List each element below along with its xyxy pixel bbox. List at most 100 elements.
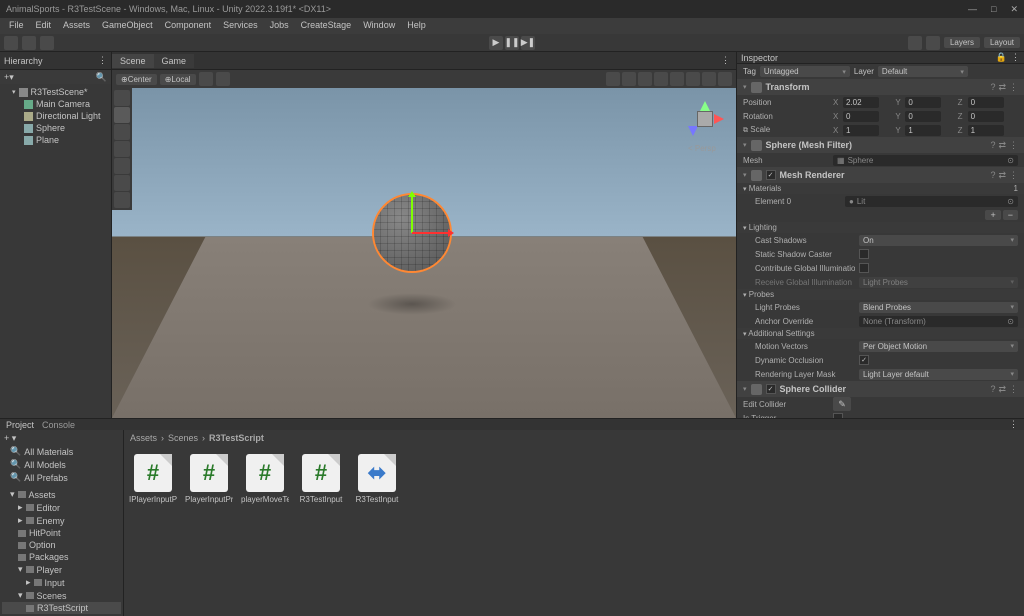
game-tab[interactable]: Game — [154, 54, 195, 68]
contribute-gi-toggle[interactable] — [859, 263, 869, 273]
menu-component[interactable]: Component — [160, 19, 217, 33]
step-button[interactable]: ▶❚ — [521, 36, 535, 50]
grid-icon[interactable] — [199, 72, 213, 86]
gizmos-dropdown[interactable] — [718, 72, 732, 86]
anchor-field[interactable]: None (Transform) — [859, 316, 1018, 327]
folder-item[interactable]: ▸Input — [2, 576, 121, 589]
add-material-button[interactable]: + — [985, 210, 1000, 220]
asset-item[interactable]: #R3TestInput — [300, 454, 342, 608]
static-shadow-toggle[interactable] — [859, 249, 869, 259]
mesh-field[interactable]: ▦ Sphere — [833, 155, 1018, 166]
assets-folder[interactable]: ▾ Assets — [2, 488, 121, 501]
material-field[interactable]: ● Lit — [845, 196, 1018, 207]
scene-root[interactable]: ▾R3TestScene* — [0, 86, 111, 98]
cast-shadows-dropdown[interactable]: On — [859, 235, 1018, 246]
occlusion-toggle[interactable]: ✓ — [859, 355, 869, 365]
tag-dropdown[interactable]: Untagged — [760, 66, 850, 77]
draw-mode-icon[interactable] — [606, 72, 620, 86]
play-button[interactable]: ▶ — [489, 36, 503, 50]
layers-dropdown[interactable]: Layers — [944, 37, 980, 48]
asset-item[interactable]: ⬌R3TestInput — [356, 454, 398, 608]
console-tab[interactable]: Console — [42, 420, 75, 430]
local-dropdown[interactable]: ⊕Local — [160, 74, 196, 85]
snap-icon[interactable] — [216, 72, 230, 86]
asset-item[interactable]: #IPlayerInputPr... — [132, 454, 174, 608]
folder-item[interactable]: ▸Editor — [2, 501, 121, 514]
rect-tool[interactable] — [114, 158, 130, 174]
hierarchy-item[interactable]: Main Camera — [0, 98, 111, 110]
light-probes-dropdown[interactable]: Blend Probes — [859, 302, 1018, 313]
panel-menu-icon[interactable]: ⋮ — [98, 55, 107, 66]
scene-viewport[interactable]: < Persp — [112, 88, 736, 418]
menu-jobs[interactable]: Jobs — [265, 19, 294, 33]
menu-services[interactable]: Services — [218, 19, 263, 33]
rot-z[interactable] — [968, 111, 1004, 122]
menu-window[interactable]: Window — [358, 19, 400, 33]
scale-tool[interactable] — [114, 141, 130, 157]
motion-dropdown[interactable]: Per Object Motion — [859, 341, 1018, 352]
manage-icon[interactable] — [40, 36, 54, 50]
folder-item[interactable]: ▾Player — [2, 563, 121, 576]
audio-icon[interactable] — [654, 72, 668, 86]
sphere-collider-header[interactable]: ▾ ✓ Sphere Collider ?⇄⋮ — [737, 381, 1024, 397]
inspector-tab[interactable]: Inspector — [741, 53, 778, 63]
rot-y[interactable] — [905, 111, 941, 122]
undo-history-icon[interactable] — [908, 36, 922, 50]
filter-item[interactable]: 🔍All Materials — [2, 445, 121, 458]
layer-mask-dropdown[interactable]: Light Layer default — [859, 369, 1018, 380]
2d-toggle[interactable] — [622, 72, 636, 86]
menu-edit[interactable]: Edit — [31, 19, 57, 33]
filter-item[interactable]: 🔍All Models — [2, 458, 121, 471]
transform-tool[interactable] — [114, 175, 130, 191]
scale-z[interactable] — [968, 125, 1004, 136]
fx-icon[interactable] — [670, 72, 684, 86]
scene-tab[interactable]: Scene — [112, 54, 154, 68]
cloud-icon[interactable] — [22, 36, 36, 50]
hierarchy-tab[interactable]: Hierarchy — [4, 56, 43, 66]
layer-dropdown[interactable]: Default — [878, 66, 968, 77]
lighting-icon[interactable] — [638, 72, 652, 86]
rot-x[interactable] — [843, 111, 879, 122]
panel-menu-icon[interactable]: ⋮ — [1009, 419, 1018, 430]
mesh-renderer-toggle[interactable]: ✓ — [766, 170, 776, 180]
asset-item[interactable]: #playerMoveTe... — [244, 454, 286, 608]
scale-y[interactable] — [905, 125, 941, 136]
minimize-icon[interactable]: — — [968, 4, 977, 15]
hierarchy-item[interactable]: Sphere — [0, 122, 111, 134]
folder-item[interactable]: HitPoint — [2, 527, 121, 539]
pos-y[interactable] — [905, 97, 941, 108]
hierarchy-item[interactable]: Directional Light — [0, 110, 111, 122]
hierarchy-search-icon[interactable]: 🔍 — [96, 72, 107, 83]
menu-assets[interactable]: Assets — [58, 19, 95, 33]
folder-item[interactable]: R3TestScript — [2, 602, 121, 614]
folder-item[interactable]: ▾Scenes — [2, 589, 121, 602]
orientation-gizmo[interactable]: < Persp — [680, 94, 730, 154]
menu-gameobject[interactable]: GameObject — [97, 19, 158, 33]
preset-icon[interactable]: ⇄ — [998, 82, 1006, 93]
filter-item[interactable]: 🔍All Prefabs — [2, 471, 121, 484]
pivot-dropdown[interactable]: ⊕Center — [116, 74, 157, 85]
rotate-tool[interactable] — [114, 124, 130, 140]
mesh-filter-header[interactable]: ▾ Sphere (Mesh Filter) ?⇄⋮ — [737, 137, 1024, 153]
pause-button[interactable]: ❚❚ — [505, 36, 519, 50]
folder-item[interactable]: ▸Enemy — [2, 514, 121, 527]
close-icon[interactable]: ✕ — [1010, 4, 1018, 15]
breadcrumb[interactable]: Assets › Scenes › R3TestScript — [124, 430, 1024, 446]
panel-menu-icon[interactable]: ⋮ — [715, 55, 736, 66]
layout-dropdown[interactable]: Layout — [984, 37, 1020, 48]
custom-tool[interactable] — [114, 192, 130, 208]
account-icon[interactable] — [4, 36, 18, 50]
pos-x[interactable] — [843, 97, 879, 108]
menu-file[interactable]: File — [4, 19, 29, 33]
remove-material-button[interactable]: − — [1003, 210, 1018, 220]
search-icon[interactable] — [926, 36, 940, 50]
move-tool[interactable] — [114, 107, 130, 123]
is-trigger-toggle[interactable] — [833, 413, 843, 418]
transform-header[interactable]: ▾ Transform ?⇄⋮ — [737, 79, 1024, 95]
menu-icon[interactable]: ⋮ — [1009, 82, 1018, 93]
maximize-icon[interactable]: □ — [991, 4, 996, 15]
menu-createstage[interactable]: CreateStage — [296, 19, 357, 33]
mesh-renderer-header[interactable]: ▾ ✓ Mesh Renderer ?⇄⋮ — [737, 167, 1024, 183]
asset-item[interactable]: #PlayerInputPr... — [188, 454, 230, 608]
help-icon[interactable]: ? — [990, 82, 995, 93]
